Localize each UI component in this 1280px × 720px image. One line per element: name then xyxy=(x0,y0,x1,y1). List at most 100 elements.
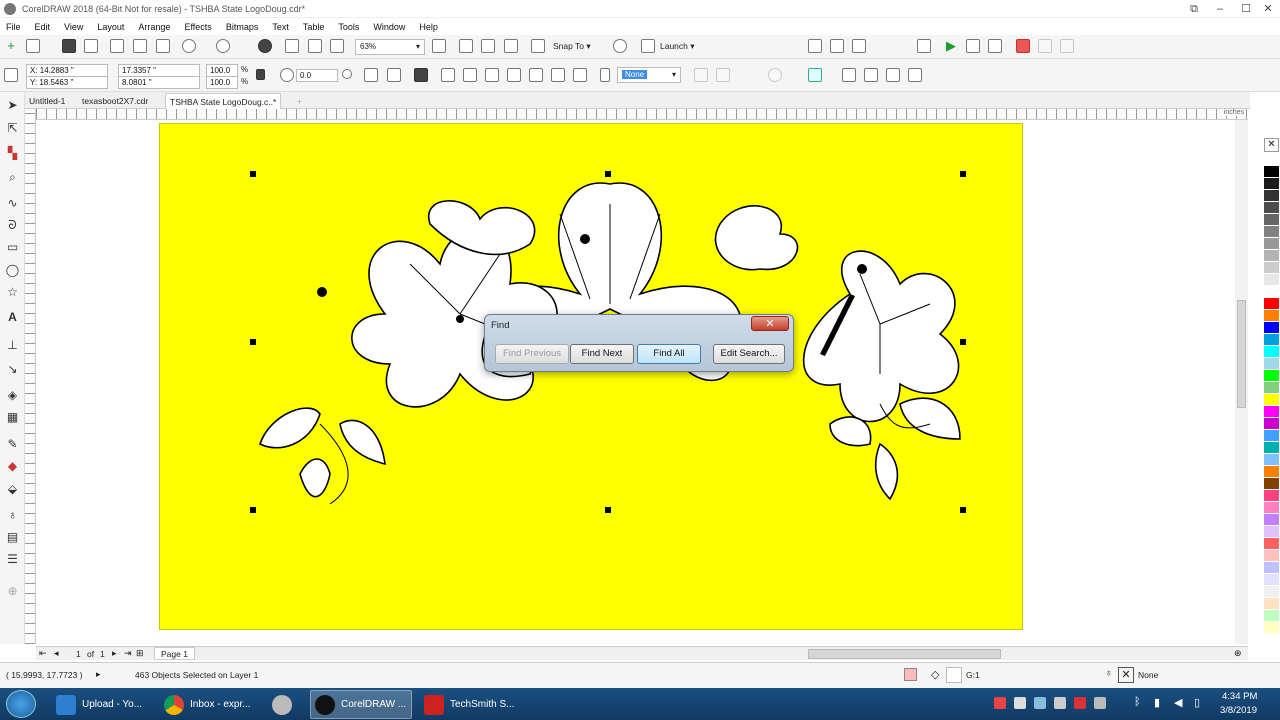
search-content-icon[interactable] xyxy=(258,39,272,53)
tab-tshba-state-logo[interactable]: TSHBA State LogoDoug.c..* xyxy=(165,93,282,109)
palette-swatch[interactable] xyxy=(1264,562,1279,575)
menu-view[interactable]: View xyxy=(58,22,91,32)
lock-ratio-icon[interactable] xyxy=(256,69,265,80)
clock-date[interactable]: 3/8/2019 xyxy=(1220,705,1257,716)
palette-swatch[interactable] xyxy=(1264,490,1279,503)
palette-swatch[interactable] xyxy=(1264,610,1279,623)
palette-swatch[interactable] xyxy=(1264,322,1279,335)
application-launcher-icon[interactable] xyxy=(641,39,655,53)
full-screen-preview-icon[interactable] xyxy=(432,39,446,53)
status-arrow-icon[interactable]: ▸ xyxy=(96,669,101,680)
snap-to-dropdown[interactable]: Snap To ▾ xyxy=(553,41,591,52)
record-macro-icon[interactable] xyxy=(966,39,980,53)
new-document-icon[interactable]: + xyxy=(4,39,18,53)
open-folder-icon[interactable] xyxy=(26,39,40,53)
tab-texasboot[interactable]: texasboot2X7.cdr xyxy=(78,93,152,109)
palette-swatch[interactable] xyxy=(1264,586,1279,599)
page-first-icon[interactable]: ⇤ xyxy=(39,648,47,659)
palette-swatch[interactable] xyxy=(1264,442,1279,455)
script-window-icon[interactable] xyxy=(917,39,931,53)
selection-handle-middle-right[interactable] xyxy=(960,339,966,345)
palette-swatch[interactable] xyxy=(1264,178,1279,191)
taskbar-item-app[interactable] xyxy=(268,690,304,719)
palette-swatch[interactable] xyxy=(1264,238,1279,251)
save-icon[interactable] xyxy=(62,39,76,53)
layout-icon[interactable] xyxy=(886,68,900,82)
minimize-button[interactable]: – xyxy=(1208,0,1232,18)
find-all-button[interactable]: Find All xyxy=(637,344,701,364)
page-1-tab[interactable]: Page 1 xyxy=(154,647,195,660)
print-icon[interactable] xyxy=(84,39,98,53)
maximize-button[interactable]: ☐ xyxy=(1234,0,1258,18)
text-tool-icon[interactable]: A xyxy=(5,310,20,325)
pick-tool-icon[interactable]: ➤ xyxy=(5,98,20,113)
menu-bitmaps[interactable]: Bitmaps xyxy=(220,22,267,32)
palette-swatch[interactable] xyxy=(1264,526,1279,539)
transform-icon[interactable] xyxy=(808,68,822,82)
zoom-tool-icon[interactable]: ⌕ xyxy=(5,170,20,185)
abc-spellcheck-icon[interactable] xyxy=(830,39,844,53)
freehand-tool-icon[interactable]: ∿ xyxy=(5,196,20,211)
help-window-icon[interactable]: ⧉ xyxy=(1182,0,1206,18)
menu-arrange[interactable]: Arrange xyxy=(132,22,178,32)
tray-icon-3[interactable] xyxy=(1034,697,1046,709)
import-icon[interactable] xyxy=(285,39,299,53)
palette-swatch[interactable] xyxy=(1264,310,1279,323)
network-icon[interactable]: ▮ xyxy=(1154,696,1160,709)
menu-file[interactable]: File xyxy=(0,22,29,32)
options-gear-icon[interactable] xyxy=(613,39,627,53)
ungroup-icon[interactable] xyxy=(441,68,455,82)
palette-swatch[interactable] xyxy=(1264,550,1279,563)
position-y-field[interactable]: Y: 18.5463 " xyxy=(26,76,108,89)
selection-handle-bottom-center[interactable] xyxy=(605,507,611,513)
front-minus-back-icon[interactable] xyxy=(573,68,587,82)
dimension-icon[interactable] xyxy=(908,68,922,82)
palette-swatch[interactable] xyxy=(1264,262,1279,275)
taskbar-item-ie[interactable]: Upload - Yo... xyxy=(52,690,154,719)
eyedropper-icon[interactable]: ✎ xyxy=(5,437,20,452)
rectangle-tool-icon[interactable]: ▭ xyxy=(5,240,20,255)
outline-pen-tool-icon[interactable]: ♁ xyxy=(5,508,20,523)
play-macro-icon[interactable]: ▶ xyxy=(944,39,958,53)
connector-tool-icon[interactable]: ↘ xyxy=(5,362,20,377)
selection-handle-top-center[interactable] xyxy=(605,171,611,177)
palette-swatch[interactable] xyxy=(1264,214,1279,227)
mirror-vertical-icon[interactable] xyxy=(387,68,401,82)
parallel-dimension-icon[interactable]: ⊥ xyxy=(5,338,20,353)
undo-icon[interactable] xyxy=(182,39,196,53)
drawing-canvas[interactable] xyxy=(36,120,1248,644)
close-window-button[interactable]: ✕ xyxy=(1256,0,1280,18)
palette-swatch[interactable] xyxy=(1264,574,1279,587)
weld-icon[interactable] xyxy=(485,68,499,82)
palette-swatch[interactable] xyxy=(1264,334,1279,347)
tray-icon-1[interactable] xyxy=(994,697,1006,709)
show-rulers-icon[interactable] xyxy=(459,39,473,53)
outline-none-swatch[interactable]: ✕ xyxy=(1118,667,1134,683)
palette-swatch[interactable] xyxy=(1264,466,1279,479)
no-color-swatch[interactable]: ✕ xyxy=(1264,138,1279,152)
page-next-icon[interactable]: ▸ xyxy=(112,648,117,659)
zoom-level-dropdown[interactable]: 63% ▾ xyxy=(355,39,425,55)
copy-icon[interactable] xyxy=(133,39,147,53)
drop-shadow-icon[interactable]: ◈ xyxy=(5,388,20,403)
menu-help[interactable]: Help xyxy=(413,22,446,32)
palette-swatch[interactable] xyxy=(1264,202,1279,215)
mirror-horizontal-icon[interactable] xyxy=(364,68,378,82)
polygon-tool-icon[interactable]: ☆ xyxy=(5,285,20,300)
volume-icon[interactable]: ◀ xyxy=(1174,696,1182,709)
menu-text[interactable]: Text xyxy=(266,22,297,32)
launch-dropdown[interactable]: Launch ▾ xyxy=(660,41,695,52)
menu-layout[interactable]: Layout xyxy=(91,22,132,32)
export-icon[interactable] xyxy=(308,39,322,53)
palette-swatch[interactable] xyxy=(1264,418,1279,431)
tray-icon-2[interactable] xyxy=(1014,697,1026,709)
palette-swatch[interactable] xyxy=(1264,370,1279,383)
palette-swatch[interactable] xyxy=(1264,454,1279,467)
wrap-text-icon[interactable] xyxy=(694,68,708,82)
palette-swatch[interactable] xyxy=(1264,298,1279,311)
taskbar-item-coreldraw[interactable]: CorelDRAW ... xyxy=(310,690,412,719)
selection-handle-top-right[interactable] xyxy=(960,171,966,177)
tab-untitled-1[interactable]: Untitled-1 xyxy=(25,93,69,109)
outline-width-dropdown[interactable]: None ▾ xyxy=(617,67,681,83)
numbering-icon[interactable] xyxy=(852,39,866,53)
